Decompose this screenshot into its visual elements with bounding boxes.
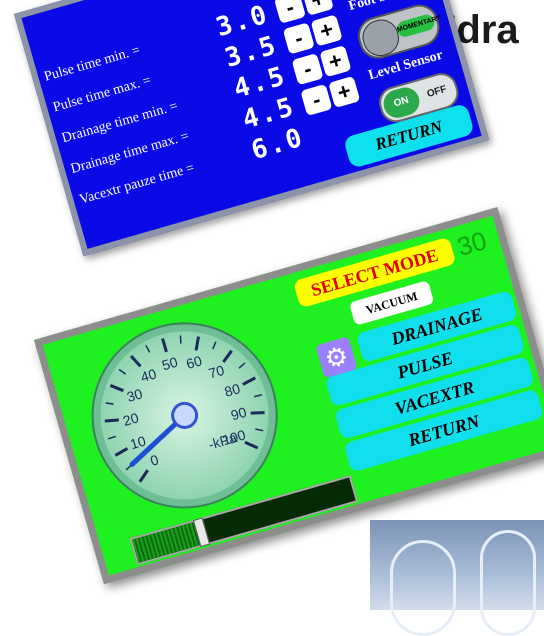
increment-button[interactable]: +: [301, 0, 334, 16]
counter-value: 30: [453, 225, 490, 262]
decrement-button[interactable]: -: [282, 22, 315, 55]
tube-loop: [480, 530, 536, 636]
level-off-label: OFF: [425, 83, 448, 101]
decrement-button[interactable]: -: [273, 0, 307, 24]
settings-screen: ⚒ Pulse time min. = 3.0 - + Pulse time m…: [14, 0, 490, 257]
tube-loop: [390, 540, 456, 636]
tubing-photo: [370, 520, 544, 636]
decrement-button[interactable]: -: [300, 83, 333, 117]
foot-switch-state: MOMENTARY: [395, 12, 442, 39]
progress-fill: [131, 521, 204, 563]
increment-button[interactable]: +: [310, 14, 343, 47]
decrement-button[interactable]: -: [291, 53, 324, 86]
increment-button[interactable]: +: [319, 45, 352, 78]
pressure-gauge: 01020304050 60 708090100 -kPa: [91, 322, 278, 509]
toggle-knob: [358, 15, 404, 61]
increment-button[interactable]: +: [328, 75, 361, 109]
level-on-label: ON: [380, 84, 423, 122]
